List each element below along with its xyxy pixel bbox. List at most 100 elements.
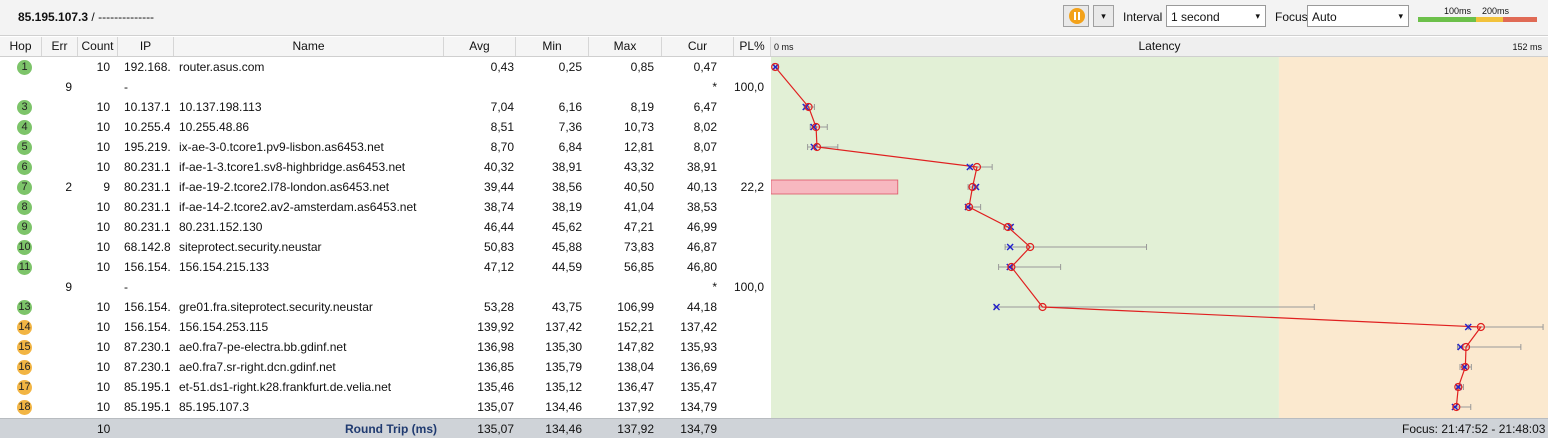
- target-title: 85.195.107.3 / --------------: [18, 10, 154, 24]
- cell-ip: 68.142.8: [124, 240, 170, 254]
- cell-err: 9: [65, 80, 72, 94]
- pause-icon: [1069, 8, 1085, 24]
- table-row[interactable]: 3 10 10.137.1 10.137.198.113 7,04 6,16 8,19 6,4…: [0, 97, 771, 117]
- table-row[interactable]: 5 10 195.219. ix-ae-3-0.tcore1.pv9-lisbon.a…: [0, 137, 771, 157]
- interval-label: Interval: [1123, 10, 1163, 24]
- table-row[interactable]: 13 10 156.154. gre01.fra.siteprotect.securi…: [0, 297, 771, 317]
- col-err[interactable]: Err: [42, 37, 78, 56]
- focus-select[interactable]: Auto ▾: [1307, 5, 1409, 27]
- table-row[interactable]: 8 10 80.231.1 if-ae-14-2.tcore2.av2-amsterd…: [0, 197, 771, 217]
- target-description: --------------: [98, 10, 155, 24]
- cell-cur: 46,87: [686, 240, 717, 254]
- scale-red: [1503, 17, 1537, 22]
- cell-cur: 137,42: [680, 320, 717, 334]
- footer-min: 134,46: [545, 422, 582, 436]
- cell-ip: 156.154.: [124, 260, 170, 274]
- col-latency[interactable]: Latency 0 ms 152 ms: [771, 37, 1548, 56]
- cell-min: 135,12: [545, 380, 582, 394]
- chevron-down-icon: ▾: [1101, 11, 1106, 21]
- interval-select[interactable]: 1 second ▾: [1166, 5, 1266, 27]
- cell-avg: 0,43: [490, 60, 514, 74]
- table-row[interactable]: 4 10 10.255.4 10.255.48.86 8,51 7,36 10,73 8,02: [0, 117, 771, 137]
- cell-max: 106,99: [617, 300, 654, 314]
- cell-count: 10: [96, 220, 110, 234]
- table-row[interactable]: 11 10 156.154. 156.154.215.133 47,12 44,59 56,…: [0, 257, 771, 277]
- table-row[interactable]: 9 10 80.231.1 80.231.152.130 46,44 45,62 47,21…: [0, 217, 771, 237]
- table-row[interactable]: 6 10 80.231.1 if-ae-1-3.tcore1.sv8-highbrid…: [0, 157, 771, 177]
- title-separator: /: [91, 10, 95, 24]
- cell-avg: 135,07: [477, 400, 514, 414]
- cell-ip: 87.230.1: [124, 340, 170, 354]
- table-row[interactable]: 16 10 87.230.1 ae0.fra7.sr-right.dcn.gdinf.…: [0, 357, 771, 377]
- table-row[interactable]: 14 10 156.154. 156.154.253.115 139,92 137,42 1…: [0, 317, 771, 337]
- cell-avg: 136,98: [477, 340, 514, 354]
- cell-count: 10: [96, 340, 110, 354]
- cell-name: 156.154.215.133: [179, 260, 270, 274]
- cell-min: 137,42: [545, 320, 582, 334]
- cell-name: if-ae-19-2.tcore2.l78-london.as6453.net: [179, 180, 390, 194]
- cell-ip: 156.154.: [124, 300, 170, 314]
- table-row[interactable]: 15 10 87.230.1 ae0.fra7-pe-electra.bb.gdinf…: [0, 337, 771, 357]
- cell-count: 10: [96, 120, 110, 134]
- pause-button[interactable]: [1063, 5, 1089, 27]
- col-hop[interactable]: Hop: [0, 37, 42, 56]
- cell-name: if-ae-14-2.tcore2.av2-amsterdam.as6453.n…: [179, 200, 417, 214]
- cell-min: 135,79: [545, 360, 582, 374]
- table-row[interactable]: 9 - * 100,0: [0, 77, 771, 97]
- cell-ip: 85.195.1: [124, 400, 170, 414]
- footer-count: 10: [97, 422, 111, 436]
- hop-number-badge: 6: [17, 160, 32, 175]
- cell-name: 80.231.152.130: [179, 220, 263, 234]
- cell-ip: 87.230.1: [124, 360, 170, 374]
- table-row[interactable]: 10 10 68.142.8 siteprotect.security.neustar…: [0, 237, 771, 257]
- hop-number-badge: 7: [17, 180, 32, 195]
- col-min[interactable]: Min: [516, 37, 589, 56]
- cell-avg: 53,28: [483, 300, 514, 314]
- scale-200-label: 200ms: [1482, 6, 1510, 16]
- hop-number-badge: 15: [17, 340, 32, 355]
- col-pl[interactable]: PL%: [734, 37, 771, 56]
- table-row[interactable]: 9 - * 100,0: [0, 277, 771, 297]
- col-ip[interactable]: IP: [118, 37, 174, 56]
- target-address: 85.195.107.3: [18, 10, 89, 24]
- cell-max: 136,47: [617, 380, 654, 394]
- cell-name: siteprotect.security.neustar: [179, 240, 322, 254]
- cell-min: 44,59: [551, 260, 582, 274]
- cell-ip: 80.231.1: [124, 180, 170, 194]
- pause-options-button[interactable]: ▾: [1093, 5, 1114, 27]
- cell-count: 10: [96, 160, 110, 174]
- hop-number-badge: 18: [17, 400, 32, 415]
- table-row[interactable]: 18 10 85.195.1 85.195.107.3 135,07 134,46 137,…: [0, 397, 771, 417]
- cell-name: router.asus.com: [179, 60, 265, 74]
- cell-count: 10: [96, 200, 110, 214]
- latency-max-label: 152 ms: [1512, 42, 1542, 52]
- latency-zone-good: [771, 57, 1279, 418]
- cell-name: 85.195.107.3: [179, 400, 250, 414]
- cell-min: 6,84: [558, 140, 582, 154]
- cell-ip: 10.137.1: [124, 100, 170, 114]
- cell-max: 152,21: [617, 320, 654, 334]
- col-avg[interactable]: Avg: [444, 37, 516, 56]
- table-row[interactable]: 17 10 85.195.1 et-51.ds1-right.k28.frankfur…: [0, 377, 771, 397]
- cell-min: 38,56: [551, 180, 582, 194]
- hop-number-badge: 17: [17, 380, 32, 395]
- cell-min: 38,19: [551, 200, 582, 214]
- hop-number-badge: 3: [17, 100, 32, 115]
- col-cur[interactable]: Cur: [662, 37, 734, 56]
- cell-name: et-51.ds1-right.k28.frankfurt.de.velia.n…: [179, 380, 392, 394]
- hop-number-badge: 14: [17, 320, 32, 335]
- cell-cur: *: [712, 280, 717, 294]
- hop-number-badge: 13: [17, 300, 32, 315]
- latency-graph: [771, 57, 1548, 418]
- latency-min-label: 0 ms: [774, 42, 794, 52]
- col-max[interactable]: Max: [589, 37, 662, 56]
- toolbar: 85.195.107.3 / -------------- ▾ Interval…: [0, 0, 1548, 36]
- table-row[interactable]: 1 10 192.168. router.asus.com 0,43 0,25 0,85 0,…: [0, 57, 771, 77]
- col-count[interactable]: Count: [78, 37, 118, 56]
- cell-max: 12,81: [623, 140, 654, 154]
- col-name[interactable]: Name: [174, 37, 444, 56]
- scale-yellow: [1476, 17, 1503, 22]
- table-row[interactable]: 7 2 9 80.231.1 if-ae-19-2.tcore2.l78-london.…: [0, 177, 771, 197]
- cell-avg: 38,74: [483, 200, 514, 214]
- cell-pl: 100,0: [733, 80, 764, 94]
